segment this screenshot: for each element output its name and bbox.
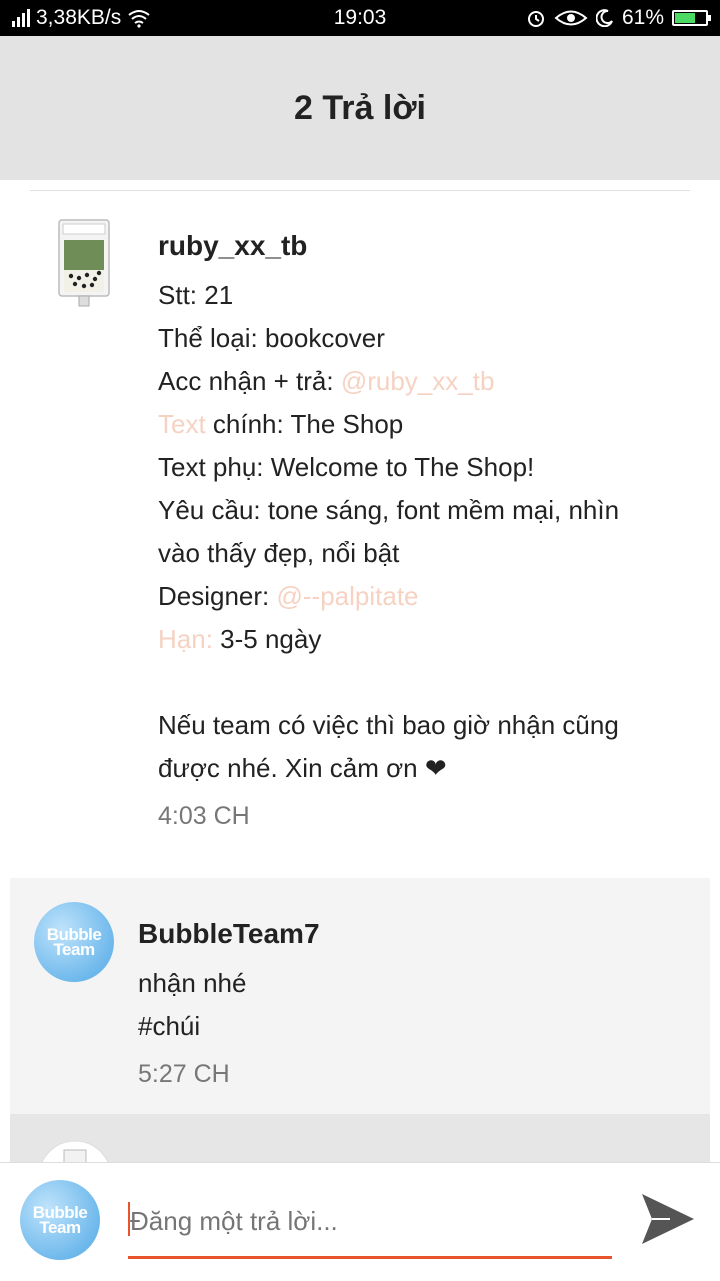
reply-input[interactable] [128, 1195, 616, 1247]
reply-username[interactable]: BubbleTeam7 [138, 918, 320, 950]
mention-link[interactable]: Hạn: [158, 624, 213, 654]
status-bar: 3,38KB/s 19:03 61% [0, 0, 720, 36]
post-line: Yêu cầu: tone sáng, font mềm mại, nhìn [158, 495, 620, 525]
divider [30, 190, 690, 191]
user-avatar[interactable] [57, 218, 111, 310]
post-line: Nếu team có việc thì bao giờ nhận cũng [158, 710, 619, 740]
composer-avatar: Bubble Team [20, 1180, 100, 1260]
post-timestamp: 4:03 CH [158, 802, 250, 830]
post-line: Thể loại: bookcover [158, 323, 385, 353]
post-line: được nhé. Xin cảm ơn ❤ [158, 753, 447, 783]
eye-icon [554, 10, 588, 26]
reply-timestamp: 5:27 CH [138, 1060, 230, 1088]
partial-avatar [41, 1140, 109, 1162]
post-line: Designer: @--palpitate [158, 581, 419, 612]
reply-item: Bubble Team BubbleTeam7 nhận nhé #chúi 5… [10, 878, 710, 1114]
line-text: chính: The Shop [205, 409, 404, 439]
page-title: 2 Trả lời [294, 88, 426, 127]
battery-percent: 61% [621, 6, 664, 29]
alarm-icon [527, 11, 544, 27]
moon-icon [595, 9, 613, 27]
post-line: Text chính: The Shop [158, 409, 403, 440]
post-line: Hạn: 3-5 ngày [158, 624, 321, 655]
post-line: Stt: 21 [158, 280, 234, 310]
reply-line: #chúi [138, 1011, 201, 1041]
line-text: 3-5 ngày [212, 624, 322, 654]
text-cursor [128, 1202, 130, 1236]
page-header: 2 Trả lời [0, 36, 720, 180]
line-text: Acc nhận + trả: [158, 366, 341, 396]
mention-link[interactable]: @--palpitate [277, 581, 419, 611]
input-underline [128, 1256, 612, 1259]
line-text: Designer: [158, 581, 277, 611]
reply-avatar[interactable]: Bubble Team [34, 902, 114, 982]
mention-link[interactable]: Text [158, 409, 206, 439]
send-icon[interactable] [640, 1192, 696, 1246]
reply-line: nhận nhé [138, 968, 247, 998]
avatar-logo-text: Bubble Team [32, 1203, 88, 1237]
post-line: Acc nhận + trả: @ruby_xx_tb [158, 366, 494, 397]
avatar-logo-text: Bubble Team [46, 925, 102, 959]
post-username[interactable]: ruby_xx_tb [158, 230, 307, 262]
battery-icon [672, 10, 711, 26]
post-line: Text phụ: Welcome to The Shop! [158, 452, 535, 482]
post-line: vào thấy đẹp, nổi bật [158, 538, 400, 568]
reply-item-partial [10, 1114, 710, 1162]
mention-link[interactable]: @ruby_xx_tb [341, 366, 495, 396]
